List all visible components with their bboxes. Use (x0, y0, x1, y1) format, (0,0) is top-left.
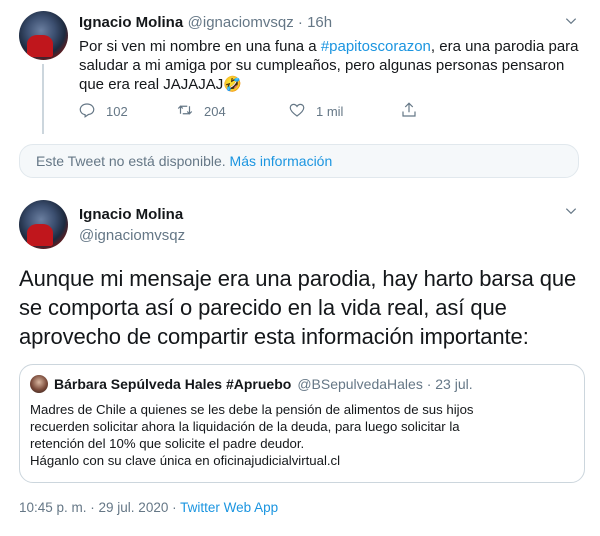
tweet-text-before: Por si ven mi nombre en una funa a (79, 38, 321, 55)
thread-connector-line (42, 64, 44, 134)
timestamp-text[interactable]: 10:45 p. m. · 29 jul. 2020 · (19, 500, 180, 515)
quoted-author-handle-time: @BSepulvedaHales · 23 jul. (297, 376, 473, 392)
retweet-count: 204 (204, 103, 226, 119)
chevron-down-icon[interactable] (562, 204, 580, 222)
tweet-text: Por si ven mi nombre en una funa a #papi… (79, 37, 584, 94)
author-name[interactable]: Ignacio Molina (79, 14, 183, 31)
hashtag-link[interactable]: #papitoscorazon (321, 38, 431, 55)
quoted-line: recuerden solicitar ahora la liquidación… (30, 419, 460, 434)
reply-button[interactable]: 102 (78, 100, 128, 122)
chevron-down-icon[interactable] (562, 14, 580, 32)
like-button[interactable]: 1 mil (288, 100, 343, 122)
tweet-timestamp: 10:45 p. m. · 29 jul. 2020 · Twitter Web… (19, 500, 278, 515)
like-count: 1 mil (316, 103, 344, 119)
retweet-icon (176, 101, 194, 122)
quoted-line: Háganlo con su clave única en oficinajud… (30, 453, 341, 468)
tweet-header: Ignacio Molina @ignaciomvsqz · 16h (79, 14, 332, 32)
avatar (30, 375, 48, 393)
author-handle-time[interactable]: @ignaciomvsqz · 16h (188, 14, 332, 31)
quoted-tweet-text: Madres de Chile a quienes se les debe la… (30, 401, 575, 469)
avatar[interactable] (19, 11, 68, 60)
author-name[interactable]: Ignacio Molina (79, 206, 183, 223)
retweet-button[interactable]: 204 (176, 100, 226, 122)
unavailable-text: Este Tweet no está disponible. (36, 153, 230, 169)
heart-icon (288, 101, 306, 122)
share-icon (400, 101, 418, 122)
tweet-first[interactable]: Ignacio Molina @ignaciomvsqz · 16h Por s… (0, 0, 600, 140)
reply-icon (78, 101, 96, 122)
quoted-tweet-header: Bárbara Sepúlveda Hales #Apruebo @BSepul… (30, 375, 473, 393)
quoted-line: Madres de Chile a quienes se les debe la… (30, 402, 474, 417)
tweet-actions: 102 204 1 mil (78, 100, 498, 122)
more-info-link[interactable]: Más información (230, 153, 333, 169)
source-link[interactable]: Twitter Web App (180, 500, 278, 515)
tweet-text: Aunque mi mensaje era una parodia, hay h… (19, 266, 577, 349)
quoted-author-name: Bárbara Sepúlveda Hales #Apruebo (54, 376, 292, 392)
tweet-unavailable-notice: Este Tweet no está disponible. Más infor… (19, 144, 579, 178)
quoted-tweet[interactable]: Bárbara Sepúlveda Hales #Apruebo @BSepul… (19, 364, 585, 483)
quoted-line: retención del 10% que solicite el padre … (30, 436, 305, 451)
author-handle[interactable]: @ignaciomvsqz (79, 227, 185, 244)
reply-count: 102 (106, 103, 128, 119)
share-button[interactable] (400, 100, 418, 122)
avatar[interactable] (19, 200, 68, 249)
